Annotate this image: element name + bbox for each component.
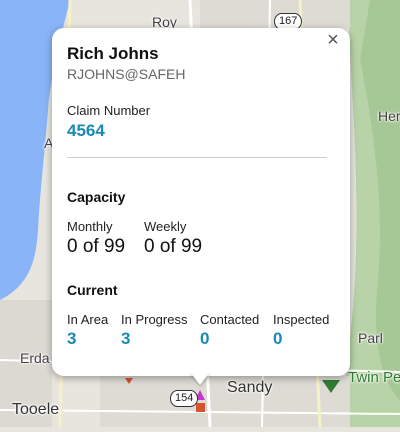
divider	[67, 157, 327, 158]
adjuster-info-popup: × Rich Johns RJOHNS@SAFEH Claim Number 4…	[52, 28, 350, 376]
map-label-sandy: Sandy	[227, 379, 273, 396]
map-label-tooele: Tooele	[12, 401, 60, 418]
road-shield-154: 154	[170, 390, 199, 407]
adjuster-email: RJOHNS@SAFEH	[67, 66, 186, 82]
capacity-heading: Capacity	[67, 189, 126, 205]
marker-orange	[196, 403, 205, 412]
popup-pointer	[190, 372, 210, 385]
claim-number-link[interactable]: 4564	[67, 121, 105, 141]
map-label-erda: Erda	[20, 350, 50, 366]
close-icon[interactable]: ×	[322, 30, 344, 52]
in-area-value[interactable]: 3	[67, 329, 76, 349]
map-label-twin-peaks: Twin Pe	[348, 369, 400, 386]
in-progress-label: In Progress	[121, 312, 188, 327]
current-heading: Current	[67, 282, 118, 298]
monthly-label: Monthly	[67, 219, 113, 234]
contacted-label: Contacted	[200, 312, 260, 327]
map-label-her: Her	[378, 108, 400, 124]
adjuster-name: Rich Johns	[67, 44, 159, 63]
contacted-value[interactable]: 0	[200, 329, 209, 349]
monthly-value: 0 of 99	[67, 236, 126, 257]
in-area-label: In Area	[67, 312, 109, 327]
weekly-value: 0 of 99	[144, 236, 203, 257]
in-progress-value[interactable]: 3	[121, 329, 130, 349]
inspected-value[interactable]: 0	[273, 329, 282, 349]
map-label-parl: Parl	[358, 330, 383, 346]
claim-number-label: Claim Number	[67, 103, 151, 118]
weekly-label: Weekly	[144, 219, 187, 234]
inspected-label: Inspected	[273, 312, 330, 327]
